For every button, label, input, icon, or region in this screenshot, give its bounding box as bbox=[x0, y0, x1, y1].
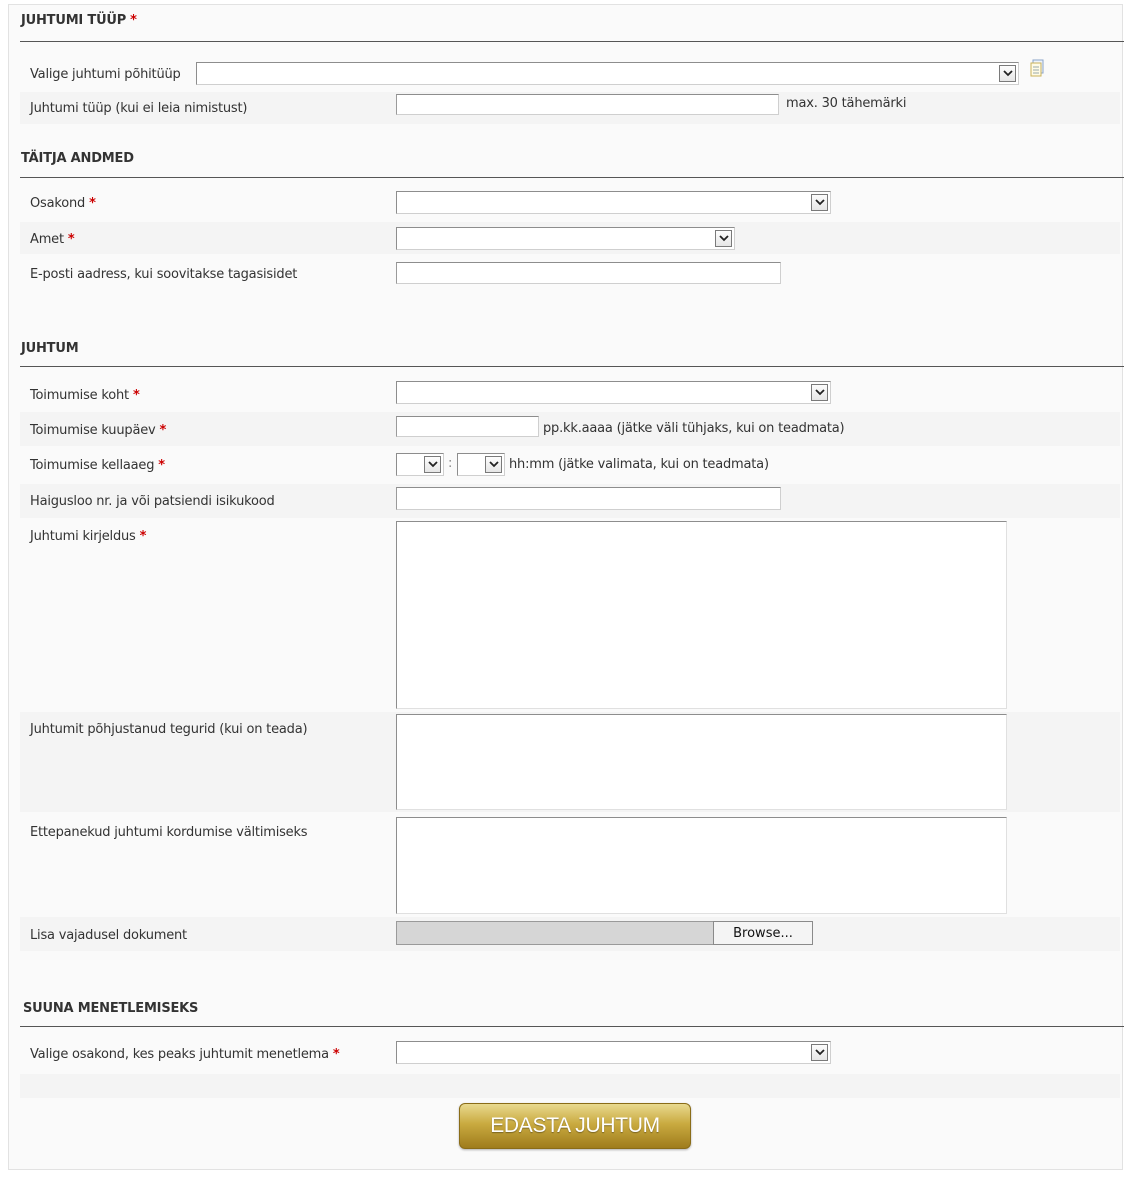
time-separator: : bbox=[448, 456, 453, 471]
suggestions-textarea[interactable] bbox=[396, 817, 1007, 914]
date-label: Toimumise kuupäev * bbox=[30, 423, 167, 438]
chevron-down-icon bbox=[485, 456, 502, 473]
hour-select[interactable] bbox=[396, 453, 444, 476]
section-title-case: JUHTUM bbox=[21, 341, 79, 356]
route-department-select[interactable] bbox=[396, 1041, 831, 1064]
minute-select[interactable] bbox=[457, 453, 505, 476]
required-marker: * bbox=[332, 1047, 340, 1062]
description-label: Juhtumi kirjeldus * bbox=[30, 529, 147, 544]
section-title-author: TÄITJA ANDMED bbox=[21, 151, 134, 166]
required-marker: * bbox=[130, 13, 137, 28]
time-hint: hh:mm (jätke valimata, kui on teadmata) bbox=[509, 457, 769, 472]
patient-input[interactable] bbox=[396, 487, 781, 510]
custom-type-hint: max. 30 tähemärki bbox=[786, 96, 907, 111]
attachment-file-path[interactable] bbox=[396, 921, 714, 945]
suggestions-label: Ettepanekud juhtumi kordumise vältimisek… bbox=[30, 825, 308, 840]
place-label: Toimumise koht * bbox=[30, 388, 140, 403]
attachment-label: Lisa vajadusel dokument bbox=[30, 928, 187, 943]
chevron-down-icon bbox=[999, 65, 1016, 82]
required-marker: * bbox=[132, 388, 140, 403]
email-label: E-posti aadress, kui soovitakse tagasisi… bbox=[30, 267, 298, 282]
chevron-down-icon bbox=[811, 384, 828, 401]
submit-button[interactable]: EDASTA JUHTUM bbox=[459, 1103, 691, 1149]
department-label: Osakond * bbox=[30, 196, 96, 211]
date-input[interactable] bbox=[396, 416, 539, 437]
section-title-type: JUHTUMI TÜÜP * bbox=[21, 13, 137, 28]
browse-button[interactable]: Browse... bbox=[713, 921, 813, 945]
row-background bbox=[20, 1074, 1120, 1098]
chevron-down-icon bbox=[811, 1044, 828, 1061]
required-marker: * bbox=[158, 458, 165, 473]
main-type-label: Valige juhtumi põhitüüp bbox=[30, 67, 181, 82]
chevron-down-icon bbox=[424, 456, 441, 473]
time-label: Toimumise kellaaeg * bbox=[30, 458, 165, 473]
route-department-label: Valige osakond, kes peaks juhtumit menet… bbox=[30, 1047, 340, 1062]
position-label: Amet * bbox=[30, 232, 75, 247]
required-marker: * bbox=[139, 529, 147, 544]
causes-textarea[interactable] bbox=[396, 714, 1007, 810]
document-list-icon[interactable] bbox=[1030, 59, 1046, 77]
causes-label: Juhtumit põhjustanud tegurid (kui on tea… bbox=[30, 722, 308, 737]
required-marker: * bbox=[159, 423, 167, 438]
custom-type-input[interactable] bbox=[396, 94, 779, 115]
email-input[interactable] bbox=[396, 262, 781, 284]
section-divider bbox=[20, 177, 1124, 178]
place-select[interactable] bbox=[396, 381, 831, 404]
department-select[interactable] bbox=[396, 191, 831, 214]
section-divider bbox=[20, 366, 1124, 367]
chevron-down-icon bbox=[715, 230, 732, 247]
position-select[interactable] bbox=[396, 227, 735, 250]
main-type-select[interactable] bbox=[196, 62, 1019, 85]
required-marker: * bbox=[67, 232, 75, 247]
section-divider bbox=[20, 41, 1124, 42]
date-hint: pp.kk.aaaa (jätke väli tühjaks, kui on t… bbox=[543, 421, 845, 436]
patient-label: Haigusloo nr. ja või patsiendi isikukood bbox=[30, 494, 275, 509]
chevron-down-icon bbox=[811, 194, 828, 211]
description-textarea[interactable] bbox=[396, 521, 1007, 709]
required-marker: * bbox=[89, 196, 96, 211]
section-title-route: SUUNA MENETLEMISEKS bbox=[23, 1001, 199, 1016]
custom-type-label: Juhtumi tüüp (kui ei leia nimistust) bbox=[30, 101, 248, 116]
section-divider bbox=[20, 1026, 1124, 1027]
